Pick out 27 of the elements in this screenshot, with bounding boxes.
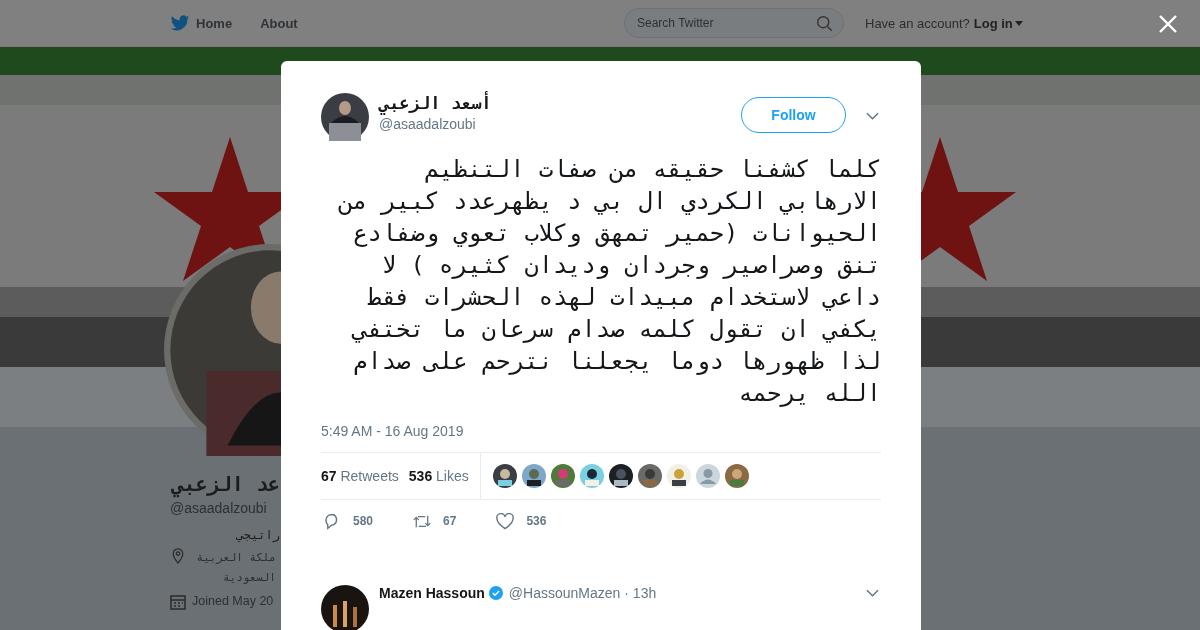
about-link[interactable]: About [260, 14, 298, 32]
login-link[interactable]: Log in [973, 15, 1023, 31]
profile-handle: @asaadalzoubi [170, 500, 267, 516]
bird-icon [170, 14, 190, 32]
reply-button[interactable]: 580 [323, 512, 374, 530]
like-button[interactable]: 536 [496, 512, 547, 530]
calendar-icon [170, 594, 186, 610]
search-field[interactable]: Search Twitter [624, 8, 844, 38]
chevron-icon[interactable] [866, 589, 879, 597]
reply-author-handle: @HassounMazen [508, 585, 621, 601]
profile-joined: Joined May 20 [192, 594, 274, 608]
heart-icon [496, 512, 515, 530]
location-icon [170, 548, 186, 564]
retweets-link[interactable]: 67 Retweets [321, 468, 399, 484]
search-icon [816, 15, 833, 32]
retweet-button[interactable]: 67 [413, 512, 457, 530]
close-button[interactable] [1158, 14, 1178, 34]
home-link[interactable]: Home [170, 14, 233, 32]
profile-name: عد الزعبي [171, 472, 280, 496]
profile-bio: راتيجي [236, 528, 280, 542]
reply-author-name: Mazen Hassoun [379, 585, 485, 601]
profile-location: ملكة العربية السعودية [195, 550, 276, 586]
reply-time: · 13h [624, 585, 658, 601]
tweet-timestamp: 5:49 AM - 16 Aug 2019 [321, 423, 465, 439]
caret-icon [1014, 20, 1023, 26]
account-prompt: Have an account? [865, 15, 970, 31]
likes-link[interactable]: 536 Likes [408, 468, 469, 484]
